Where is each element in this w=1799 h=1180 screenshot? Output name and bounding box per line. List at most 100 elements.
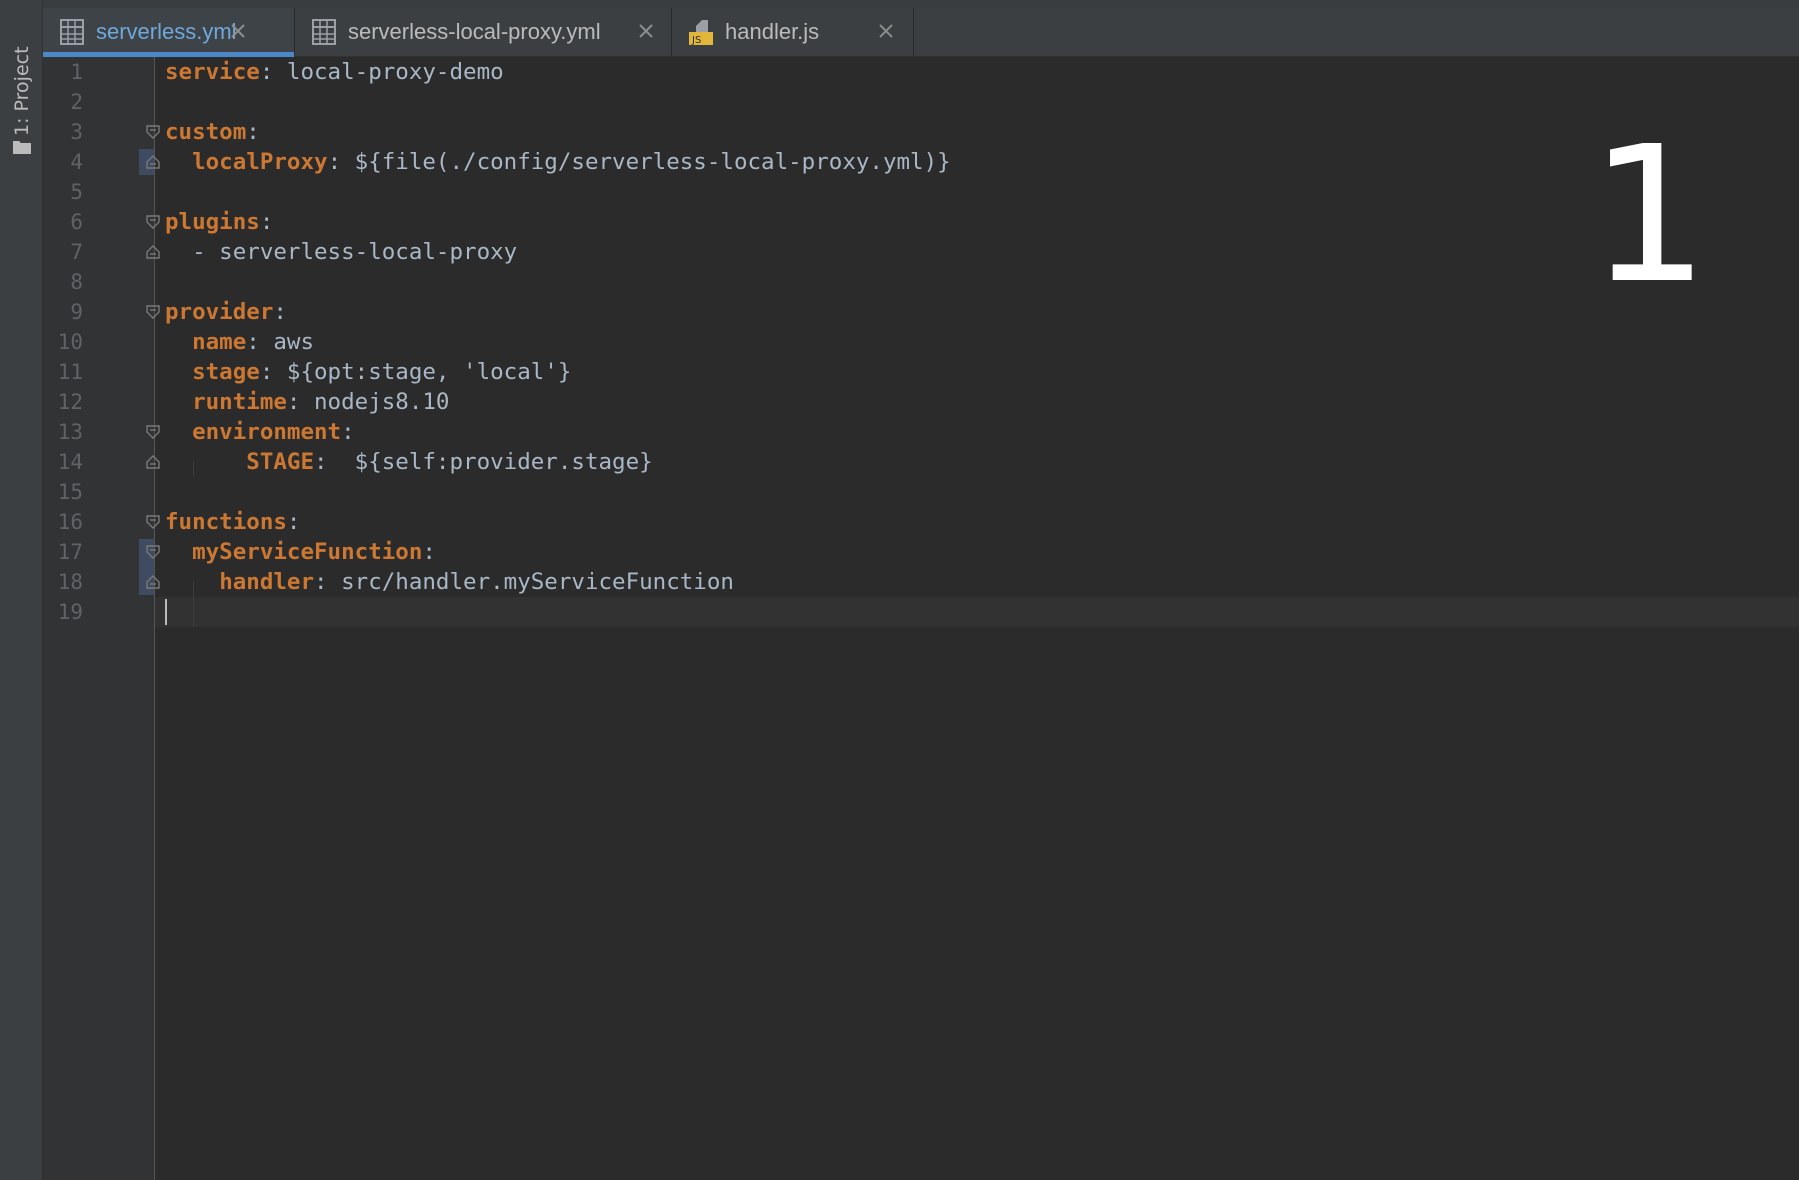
- yaml-key: myServiceFunction: [192, 539, 423, 565]
- code-line[interactable]: localProxy: ${file(./config/serverless-l…: [165, 147, 951, 177]
- yaml-value: src/handler.myServiceFunction: [327, 569, 734, 595]
- yaml-separator: :: [273, 299, 287, 325]
- fold-collapse-icon[interactable]: [146, 545, 160, 559]
- yaml-separator: :: [246, 119, 260, 145]
- yaml-key: runtime: [192, 389, 287, 415]
- fold-collapse-icon[interactable]: [146, 125, 160, 139]
- yaml-key: stage: [192, 359, 260, 385]
- svg-text:JS: JS: [691, 35, 701, 46]
- tab-serverless-local-proxy-yml[interactable]: serverless-local-proxy.yml: [295, 8, 672, 56]
- close-icon[interactable]: [229, 22, 247, 40]
- editor-tab-bar: serverless.yml serverless-local-proxy.ym…: [43, 0, 1799, 57]
- code-line[interactable]: plugins:: [165, 207, 273, 237]
- yaml-separator: :: [327, 149, 342, 175]
- line-number: 2: [70, 90, 83, 114]
- yaml-separator: :: [422, 539, 436, 565]
- code-line[interactable]: name: aws: [165, 327, 314, 357]
- code-line[interactable]: handler: src/handler.myServiceFunction: [165, 567, 734, 597]
- yaml-key: environment: [192, 419, 342, 445]
- fold-collapse-icon[interactable]: [146, 425, 160, 439]
- code-editor[interactable]: 1 2 3 4 5 6 7 8 9 10 11 12 13 14 15 16 17 18 19 service: l…: [43, 57, 1799, 1180]
- yaml-separator: :: [286, 389, 301, 415]
- fold-end-icon[interactable]: [146, 575, 160, 589]
- yaml-value: nodejs8.10: [300, 389, 450, 415]
- line-number: 17: [57, 540, 83, 564]
- yaml-separator: :: [259, 59, 274, 85]
- code-line[interactable]: service: local-proxy-demo: [165, 57, 504, 87]
- yaml-key: custom: [165, 119, 247, 145]
- overlay-step-number: 1: [1589, 106, 1709, 325]
- line-number: 12: [57, 390, 83, 414]
- line-number: 16: [57, 510, 83, 534]
- fold-collapse-icon[interactable]: [146, 305, 160, 319]
- fold-collapse-icon[interactable]: [146, 515, 160, 529]
- fold-collapse-icon[interactable]: [146, 215, 160, 229]
- yaml-value: ${file(./config/serverless-local-proxy.y…: [341, 149, 951, 175]
- line-number: 14: [57, 450, 83, 474]
- line-number: 5: [70, 180, 83, 204]
- code-line[interactable]: myServiceFunction:: [165, 537, 436, 567]
- line-number: 7: [70, 240, 83, 264]
- line-number: 13: [57, 420, 83, 444]
- current-line-highlight: [155, 597, 1799, 627]
- code-line[interactable]: provider:: [165, 297, 287, 327]
- tab-label: handler.js: [725, 19, 820, 44]
- line-number: 18: [57, 570, 83, 594]
- close-icon[interactable]: [637, 22, 655, 40]
- yaml-separator: :: [259, 209, 274, 235]
- code-line[interactable]: runtime: nodejs8.10: [165, 387, 449, 417]
- code-area[interactable]: service: local-proxy-demo custom: localPr…: [155, 57, 1799, 1180]
- code-line[interactable]: functions:: [165, 507, 300, 537]
- line-number: 6: [70, 210, 83, 234]
- yaml-separator: :: [341, 419, 355, 445]
- yaml-key: service: [165, 59, 260, 85]
- line-number: 19: [57, 600, 83, 624]
- text-caret: [165, 599, 167, 625]
- yaml-value: local-proxy-demo: [273, 59, 504, 85]
- fold-end-icon[interactable]: [146, 455, 160, 469]
- close-icon[interactable]: [877, 22, 895, 40]
- yaml-separator: :: [286, 509, 301, 535]
- line-number: 8: [70, 270, 83, 294]
- fold-end-icon[interactable]: [146, 155, 160, 169]
- line-number: 9: [70, 300, 83, 324]
- line-number: 4: [70, 150, 83, 174]
- yaml-key: plugins: [165, 209, 260, 235]
- code-line[interactable]: STAGE: ${self:provider.stage}: [165, 447, 653, 477]
- line-number: 3: [70, 120, 83, 144]
- folder-icon: [13, 141, 31, 154]
- yaml-key: STAGE: [246, 449, 315, 475]
- yaml-value: aws: [259, 329, 315, 355]
- tab-serverless-yml[interactable]: serverless.yml: [43, 8, 295, 57]
- yaml-file-icon: [312, 19, 336, 45]
- fold-end-icon[interactable]: [146, 245, 160, 259]
- project-tool-window-button[interactable]: 1: Project: [8, 24, 36, 160]
- code-line[interactable]: - serverless-local-proxy: [165, 237, 517, 267]
- yaml-key: name: [192, 329, 247, 355]
- yaml-value: - serverless-local-proxy: [192, 239, 518, 265]
- line-number-gutter: 1 2 3 4 5 6 7 8 9 10 11 12 13 14 15 16 17 18 19: [43, 57, 155, 1180]
- js-file-icon: JS: [689, 20, 713, 46]
- code-line[interactable]: environment:: [165, 417, 355, 447]
- code-line[interactable]: stage: ${opt:stage, 'local'}: [165, 357, 571, 387]
- yaml-separator: :: [314, 569, 328, 595]
- line-number: 1: [70, 60, 83, 84]
- tool-window-strip: 1: Project: [0, 0, 43, 1180]
- yaml-value: ${opt:stage, 'local'}: [273, 359, 572, 385]
- tab-label: serverless-local-proxy.yml: [348, 19, 601, 44]
- yaml-key: provider: [165, 299, 274, 325]
- tab-handler-js[interactable]: JS handler.js: [672, 8, 914, 56]
- tab-label: serverless.yml: [96, 19, 237, 44]
- yaml-key: handler: [219, 569, 315, 595]
- code-line[interactable]: custom:: [165, 117, 260, 147]
- indent-guide: [193, 582, 194, 627]
- yaml-separator: :: [246, 329, 260, 355]
- yaml-value: ${self:provider.stage}: [327, 449, 653, 475]
